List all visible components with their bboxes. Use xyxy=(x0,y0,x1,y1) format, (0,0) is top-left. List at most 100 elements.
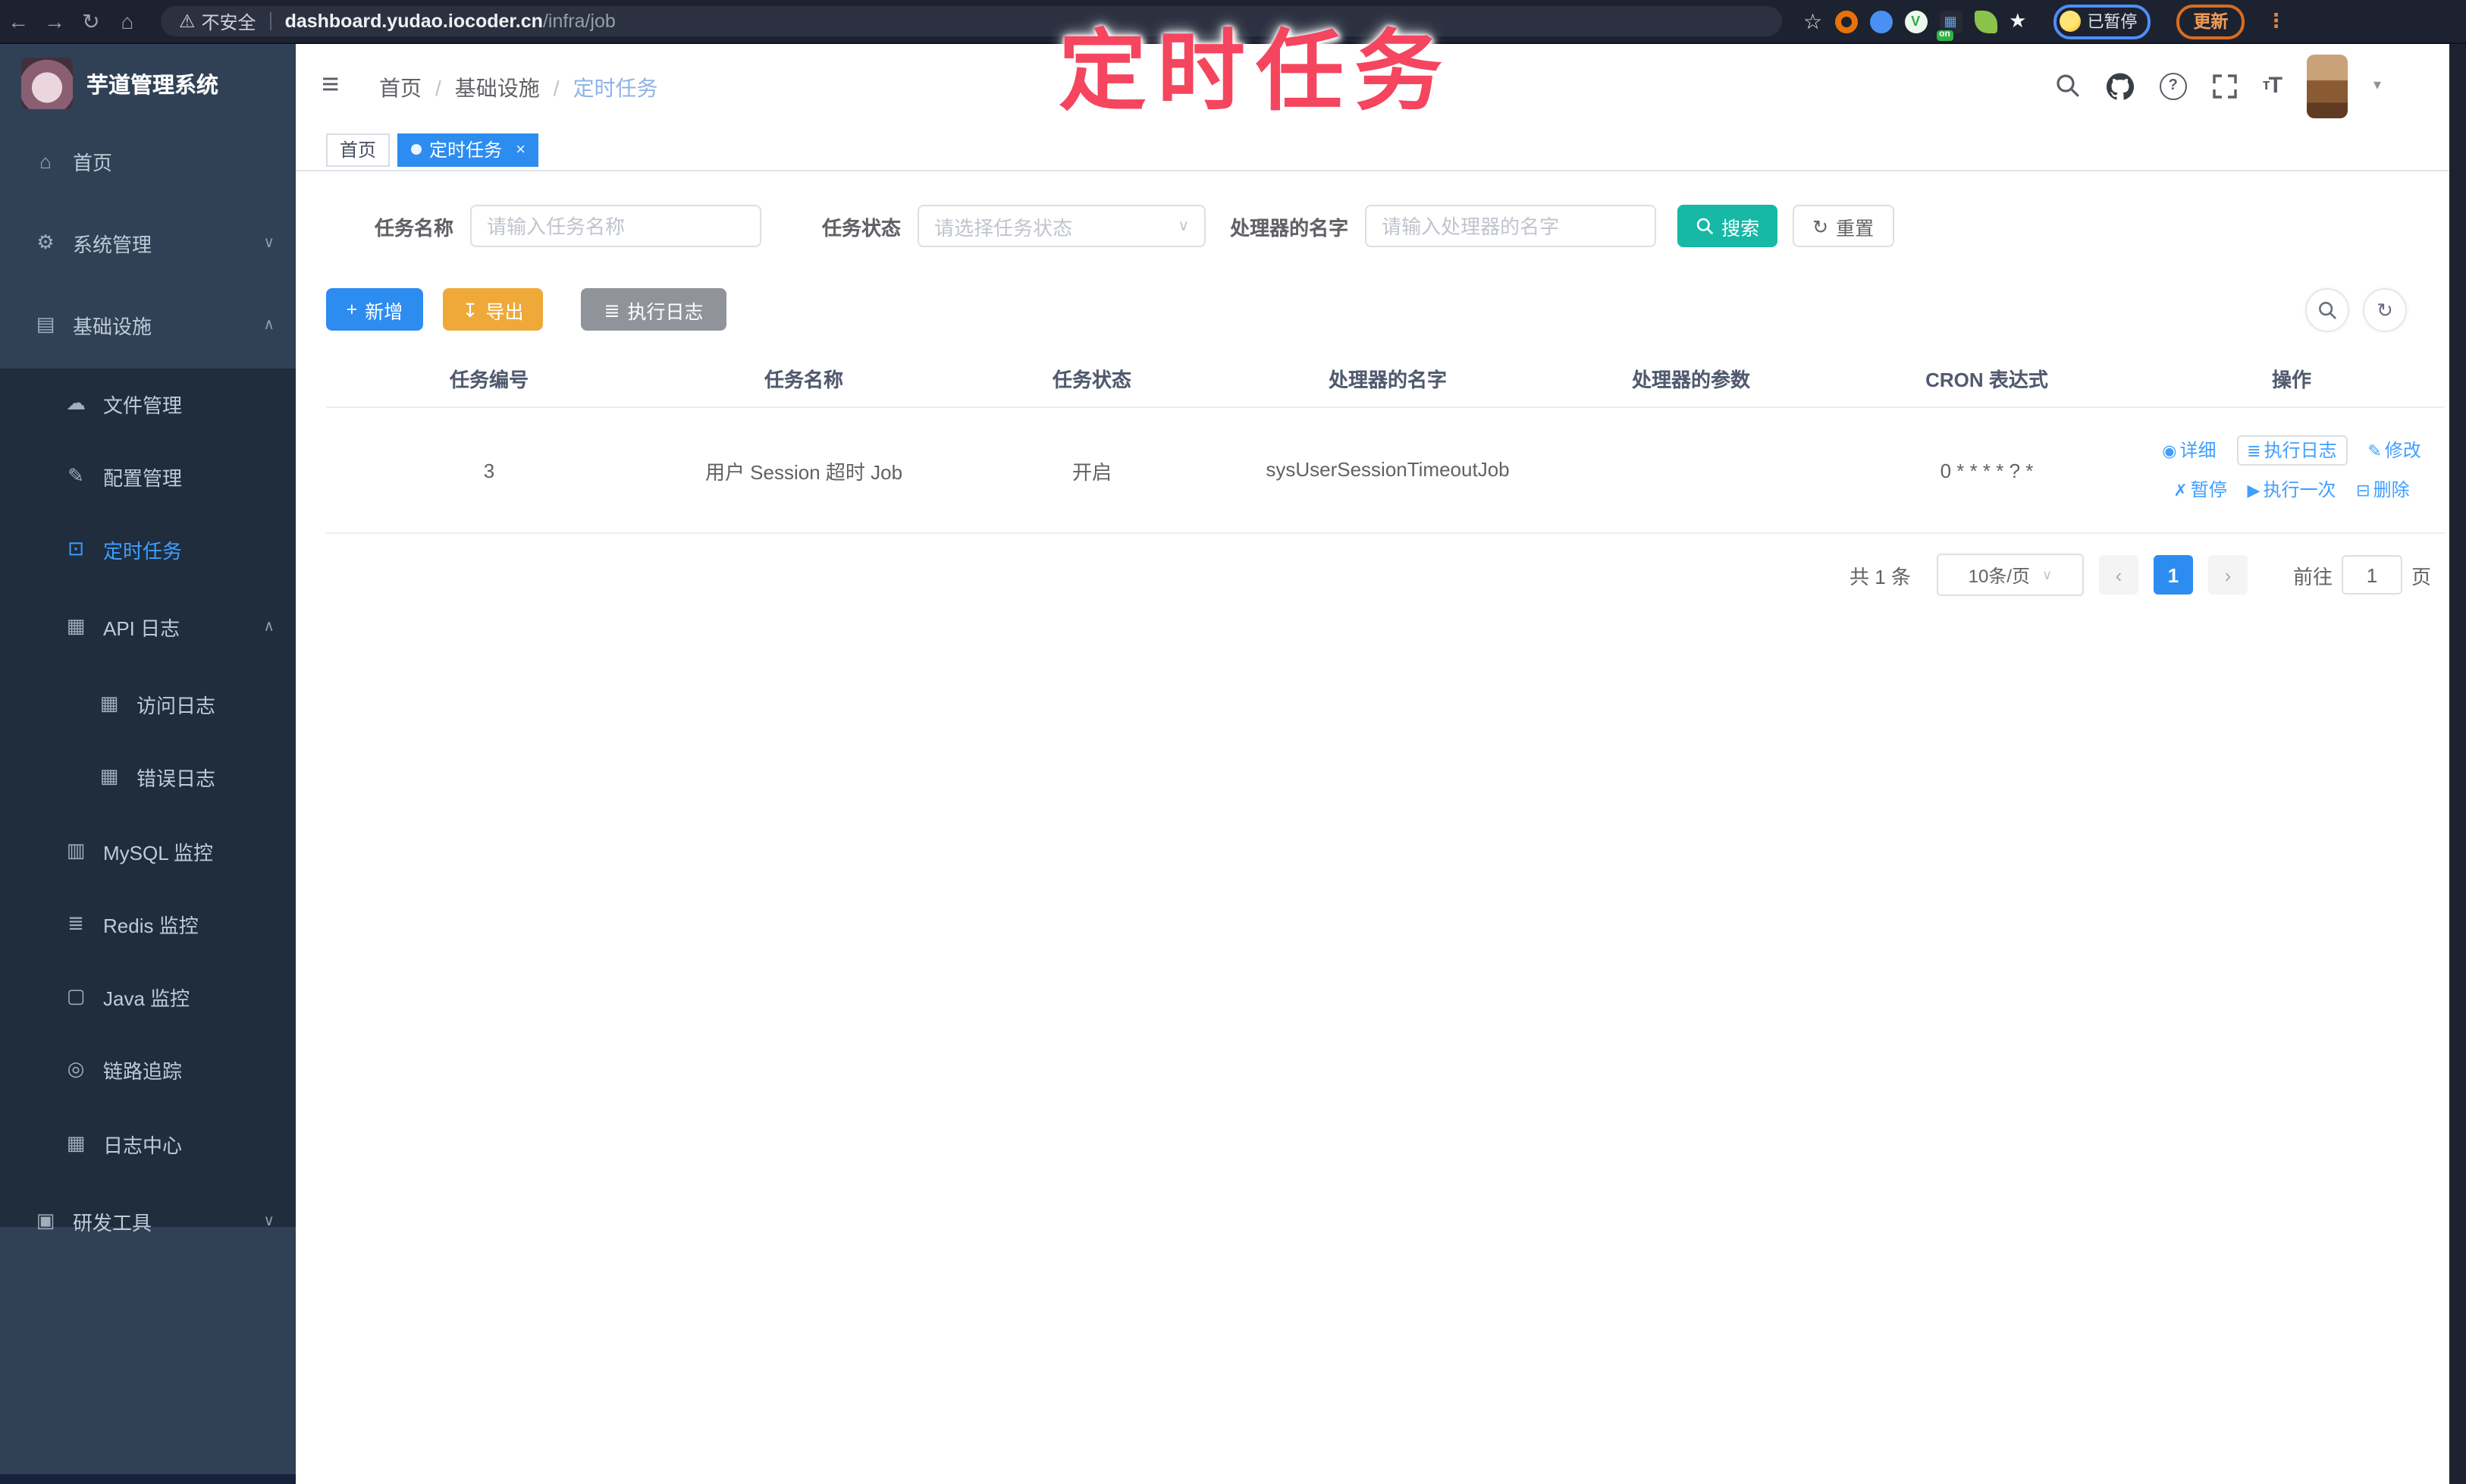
detail-link[interactable]: ◉ 详细 xyxy=(2162,439,2216,460)
breadcrumb: 首页 / 基础设施 / 定时任务 xyxy=(379,73,658,103)
help-icon[interactable]: ? xyxy=(2159,72,2187,99)
back-icon[interactable]: ← xyxy=(0,9,36,33)
security-warning[interactable]: ⚠ 不安全 xyxy=(179,8,256,34)
table-header-row: 任务编号 任务名称 任务状态 处理器的名字 处理器的参数 CRON 表达式 操作 xyxy=(326,349,2445,408)
extension-icon-leaf[interactable] xyxy=(1974,10,1997,33)
page-size-select[interactable]: 10条/页 ∨ xyxy=(1936,554,2084,596)
prev-page-button[interactable]: ‹ xyxy=(2098,555,2138,595)
sidebar-item-log-center[interactable]: ▦ 日志中心 xyxy=(0,1121,296,1166)
font-size-icon[interactable]: тT xyxy=(2263,73,2282,99)
java-icon: ▢ xyxy=(66,984,86,1007)
add-button[interactable]: + 新增 xyxy=(326,288,423,331)
breadcrumb-separator: / xyxy=(435,76,441,100)
search-button[interactable]: 搜索 xyxy=(1677,205,1778,247)
bookmark-star-icon[interactable]: ☆ xyxy=(1803,8,1822,34)
browser-update-button[interactable]: 更新 xyxy=(2176,4,2245,39)
forward-icon[interactable]: → xyxy=(36,9,73,33)
gear-icon: ⚙ xyxy=(36,231,55,253)
fullscreen-icon[interactable] xyxy=(2213,74,2237,98)
sidebar-item-api-logs[interactable]: ▦ API 日志 ∧ xyxy=(0,604,296,649)
main-content: 任务名称 任务状态 请选择任务状态 ∨ 处理器的名字 搜索 ↻ 重置 + xyxy=(296,171,2449,1484)
cell-job-id: 3 xyxy=(326,407,652,534)
task-status-label: 任务状态 xyxy=(822,216,902,239)
jump-page-input[interactable]: 1 xyxy=(2341,555,2402,595)
extension-icon-vue[interactable]: V xyxy=(1904,10,1928,33)
home-icon[interactable]: ⌂ xyxy=(109,9,146,33)
profile-emoji-icon xyxy=(2060,11,2082,32)
run-once-link[interactable]: ▶ 执行一次 xyxy=(2248,479,2336,500)
tags-view-bar: 首页 定时任务 × xyxy=(296,129,2449,171)
extension-icon-orange[interactable] xyxy=(1834,10,1858,33)
tab-scheduled-jobs[interactable]: 定时任务 × xyxy=(397,133,539,166)
extension-on-badge: on xyxy=(1936,30,1953,40)
jump-label: 前往 xyxy=(2292,565,2333,588)
cell-handler-param xyxy=(1547,407,1835,534)
github-icon[interactable] xyxy=(2106,72,2134,99)
pagination: 共 1 条 10条/页 ∨ ‹ 1 › 前往 1 页 xyxy=(1850,554,2431,596)
sidebar-item-error-logs[interactable]: ▦ 错误日志 xyxy=(0,754,296,799)
sidebar-item-file-mgmt[interactable]: ☁ 文件管理 xyxy=(0,381,296,426)
next-page-button[interactable]: › xyxy=(2207,555,2248,595)
plus-icon: + xyxy=(346,299,358,320)
extension-icon-blue[interactable] xyxy=(1869,10,1893,33)
exec-log-button[interactable]: ≣ 执行日志 xyxy=(581,288,726,331)
address-bar[interactable]: ⚠ 不安全 dashboard.yudao.iocoder.cn/infra/jo… xyxy=(161,6,1782,36)
app-logo[interactable]: 芋道管理系统 xyxy=(0,42,296,124)
sidebar-item-home[interactable]: ⌂ 首页 xyxy=(0,138,296,184)
tab-home[interactable]: 首页 xyxy=(326,133,391,166)
sidebar-item-redis-monitor[interactable]: ≣ Redis 监控 xyxy=(0,901,296,946)
sidebar-item-system-mgmt[interactable]: ⚙ 系统管理 ∨ xyxy=(0,220,296,265)
task-name-input[interactable] xyxy=(470,205,762,247)
show-search-button[interactable] xyxy=(2305,288,2349,332)
reset-button[interactable]: ↻ 重置 xyxy=(1793,205,1894,247)
pause-link[interactable]: ✗ 暂停 xyxy=(2173,479,2226,500)
sidebar-item-java-monitor[interactable]: ▢ Java 监控 xyxy=(0,974,296,1019)
edit-link[interactable]: ✎ 修改 xyxy=(2367,439,2421,460)
sidebar-item-mysql-monitor[interactable]: ▥ MySQL 监控 xyxy=(0,828,296,874)
handler-name-label: 处理器的名字 xyxy=(1230,216,1349,239)
browser-profile-chip[interactable]: 已暂停 xyxy=(2053,4,2151,39)
col-operations: 操作 xyxy=(2138,349,2445,408)
breadcrumb-home[interactable]: 首页 xyxy=(379,73,422,103)
stack-icon: ≣ xyxy=(67,911,84,934)
total-count: 共 1 条 xyxy=(1850,565,1911,588)
sidebar-item-dev-tools[interactable]: ▣ 研发工具 ∨ xyxy=(0,1198,296,1244)
avatar-caret-icon[interactable]: ▾ xyxy=(2373,77,2381,94)
database-icon: ▥ xyxy=(66,839,86,861)
col-job-id: 任务编号 xyxy=(326,349,652,408)
export-button[interactable]: ↧ 导出 xyxy=(443,288,543,331)
extensions-area: ☆ V ▦ on ★ 已暂停 更新 ⋮ xyxy=(1803,4,2298,40)
extension-icon-grid[interactable]: ▦ on xyxy=(1936,10,1962,40)
sidebar-item-infrastructure[interactable]: ▤ 基础设施 ∧ xyxy=(0,302,296,347)
avatar[interactable] xyxy=(2306,54,2348,118)
sidebar-item-trace[interactable]: ◎ 链路追踪 xyxy=(0,1046,296,1092)
active-dot-icon xyxy=(411,144,422,155)
sidebar-item-config-mgmt[interactable]: ✎ 配置管理 xyxy=(0,453,296,499)
sidebar-collapse-icon[interactable]: ≡ xyxy=(322,68,339,102)
profile-paused-label: 已暂停 xyxy=(2087,14,2138,32)
sidebar-bottom-strip xyxy=(0,1474,296,1484)
download-icon: ↧ xyxy=(462,300,478,321)
list-icon: ≣ xyxy=(604,300,620,321)
exec-log-link[interactable]: ≣ 执行日志 xyxy=(2236,435,2348,466)
task-status-select[interactable]: 请选择任务状态 ∨ xyxy=(918,205,1206,247)
search-icon[interactable] xyxy=(2055,73,2081,99)
divider xyxy=(269,12,271,30)
close-icon[interactable]: × xyxy=(516,140,526,158)
reload-icon[interactable]: ↻ xyxy=(73,8,109,34)
col-handler-name: 处理器的名字 xyxy=(1228,349,1547,408)
handler-name-input[interactable] xyxy=(1365,205,1657,247)
cell-cron: 0 * * * * ? * xyxy=(1835,407,2138,534)
breadcrumb-infrastructure[interactable]: 基础设施 xyxy=(455,73,540,103)
warning-icon: ⚠ xyxy=(179,11,196,32)
delete-link[interactable]: ⊟ 删除 xyxy=(2356,479,2409,500)
sidebar-item-access-logs[interactable]: ▦ 访问日志 xyxy=(0,681,296,726)
sidebar-item-scheduled-jobs[interactable]: ⊡ 定时任务 xyxy=(0,526,296,572)
extension-icon-star[interactable]: ★ xyxy=(2009,9,2026,33)
browser-menu-icon[interactable]: ⋮ xyxy=(2266,9,2286,33)
header-actions: ? тT ▾ xyxy=(2055,42,2381,129)
task-name-label: 任务名称 xyxy=(375,216,454,239)
page-number-1[interactable]: 1 xyxy=(2153,555,2193,595)
refresh-table-button[interactable]: ↻ xyxy=(2363,288,2407,332)
cell-operations: ◉ 详细 ≣ 执行日志 ✎ 修改 ✗ 暂停 ▶ 执行一次 ⊟ 删除 xyxy=(2138,407,2445,534)
